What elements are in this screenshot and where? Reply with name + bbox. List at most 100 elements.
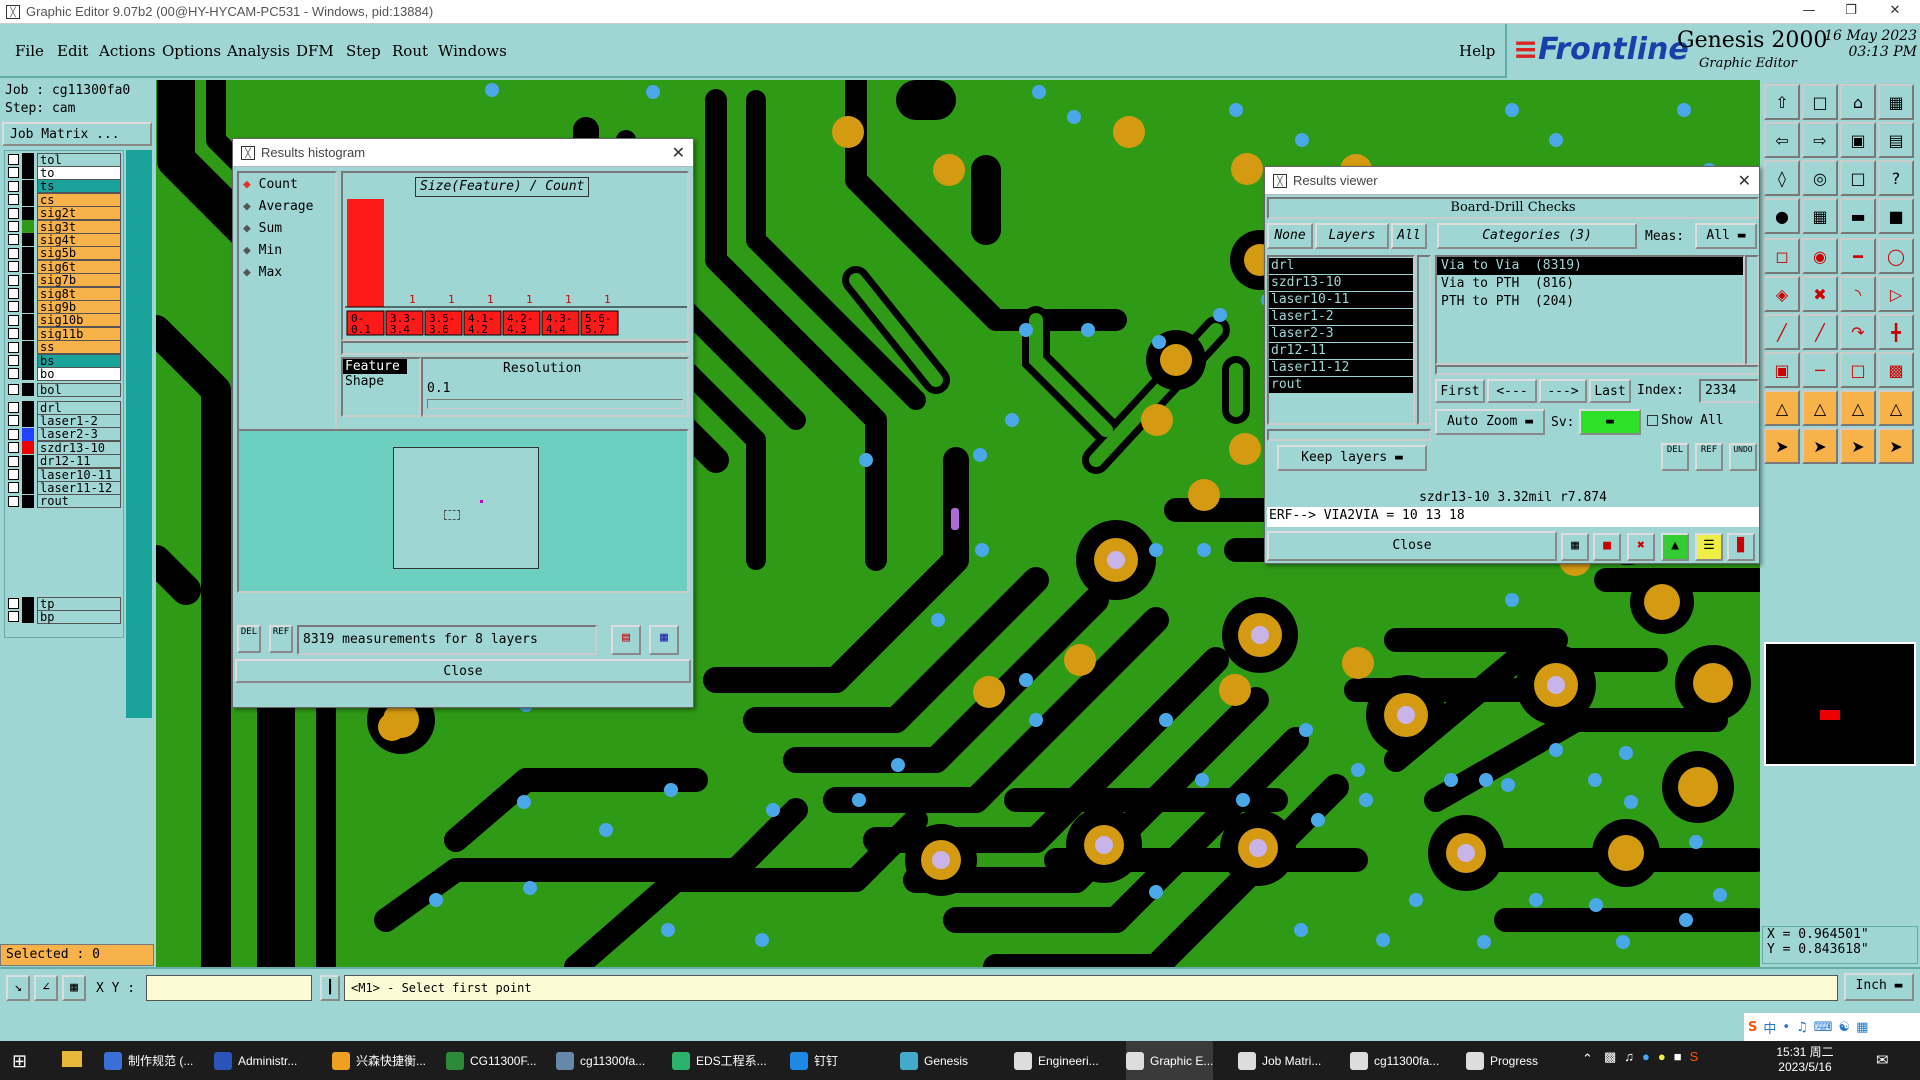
preview-del-button[interactable]: DEL bbox=[237, 625, 261, 653]
layer-checkbox[interactable] bbox=[8, 598, 19, 609]
layer-checkbox[interactable] bbox=[8, 221, 19, 232]
layer-checkbox[interactable] bbox=[8, 442, 19, 454]
ime-language[interactable]: 中 bbox=[1763, 1018, 1776, 1037]
sogou-tray-icon[interactable]: S bbox=[1690, 1049, 1699, 1065]
results-tool-3[interactable]: ✖ bbox=[1627, 533, 1655, 561]
tool-edit-button[interactable]: ● bbox=[1764, 198, 1800, 234]
results-histogram-tool[interactable]: ▉ bbox=[1727, 533, 1755, 561]
taskbar-item[interactable]: Engineeri... bbox=[1014, 1041, 1099, 1080]
layer-checkbox[interactable] bbox=[8, 428, 19, 440]
layer-checkbox[interactable] bbox=[8, 274, 19, 286]
layer-name[interactable]: bp bbox=[37, 609, 121, 624]
layer-checkbox[interactable] bbox=[8, 482, 19, 494]
layer-checkbox[interactable] bbox=[8, 384, 19, 395]
tool-scale-button[interactable]: □ bbox=[1840, 160, 1876, 196]
layer-row-bo[interactable]: bo bbox=[8, 366, 121, 381]
taskbar-item[interactable]: 钉钉 bbox=[790, 1041, 838, 1080]
tool-window-button[interactable]: □ bbox=[1802, 84, 1838, 120]
tool-triangle-c-button[interactable]: △ bbox=[1840, 390, 1876, 426]
layer-checkbox[interactable] bbox=[8, 469, 19, 480]
tool-net-button[interactable]: ◈ bbox=[1764, 276, 1800, 312]
histogram-hscroll[interactable] bbox=[341, 341, 689, 355]
layer-name[interactable]: sig6t bbox=[37, 259, 121, 274]
results-tool-1[interactable]: ▦ bbox=[1561, 533, 1589, 561]
results-layer-item[interactable]: laser10-11 bbox=[1269, 292, 1413, 308]
histogram-close-x[interactable]: ✕ bbox=[672, 143, 685, 163]
results-ref-button[interactable]: REF bbox=[1695, 443, 1723, 471]
tool-draw-line-button[interactable]: ╱ bbox=[1764, 314, 1800, 350]
layer-checkbox[interactable] bbox=[8, 180, 19, 192]
histogram-export-button[interactable]: ▤ bbox=[611, 625, 641, 655]
taskbar-item[interactable]: CG11300F... bbox=[446, 1041, 536, 1080]
results-layer-item[interactable]: rout bbox=[1269, 377, 1413, 393]
layer-name[interactable]: laser2-3 bbox=[37, 427, 121, 442]
results-layer-item[interactable]: laser11-12 bbox=[1269, 360, 1413, 376]
tool-split-button[interactable]: ▤ bbox=[1878, 122, 1914, 158]
mode-radio-min[interactable]: ◆ Min bbox=[243, 243, 282, 258]
layer-name[interactable]: ss bbox=[37, 340, 121, 355]
results-close-button[interactable]: Close bbox=[1267, 531, 1557, 561]
tool-clip-button[interactable]: ▣ bbox=[1840, 122, 1876, 158]
tool-layout-button[interactable]: ▦ bbox=[1878, 84, 1914, 120]
menu-file[interactable]: File bbox=[15, 42, 44, 60]
tool-grid-button[interactable]: ▦ bbox=[1802, 198, 1838, 234]
tool-dash-button[interactable]: ─ bbox=[1802, 352, 1838, 388]
tool-circle-button[interactable]: ◯ bbox=[1878, 238, 1914, 274]
sv-color-select[interactable]: ▬ bbox=[1579, 409, 1641, 435]
category-hscroll[interactable] bbox=[1435, 365, 1759, 375]
tool-help-button[interactable]: ? bbox=[1878, 160, 1914, 196]
resolution-value[interactable]: 0.1 bbox=[427, 381, 450, 396]
tool-pad-button[interactable]: ◉ bbox=[1802, 238, 1838, 274]
results-close-x[interactable]: ✕ bbox=[1738, 171, 1751, 191]
layer-name[interactable]: cs bbox=[37, 192, 121, 207]
layer-name[interactable]: ts bbox=[37, 179, 121, 194]
taskbar-item[interactable]: cg11300fa... bbox=[556, 1041, 645, 1080]
menu-actions[interactable]: Actions bbox=[99, 42, 155, 60]
layer-checkbox[interactable] bbox=[8, 341, 19, 353]
layer-checkbox[interactable] bbox=[8, 611, 19, 623]
layer-name[interactable]: sig8t bbox=[37, 286, 121, 301]
menu-rout[interactable]: Rout bbox=[392, 42, 428, 60]
tool-cursor-c-button[interactable]: ➤ bbox=[1840, 428, 1876, 464]
tool-move-left-button[interactable]: ⇦ bbox=[1764, 122, 1800, 158]
tool-house-button[interactable]: ⌂ bbox=[1840, 84, 1876, 120]
resolution-slider[interactable] bbox=[427, 399, 683, 409]
layer-name[interactable]: rout bbox=[37, 494, 121, 509]
category-item[interactable]: Via to PTH (816) bbox=[1437, 275, 1743, 293]
taskbar-item[interactable]: Graphic E... bbox=[1126, 1041, 1214, 1080]
results-tool-2[interactable]: ■ bbox=[1593, 533, 1621, 561]
layer-name[interactable]: bo bbox=[37, 366, 121, 381]
tool-align-button[interactable]: ■ bbox=[1878, 198, 1914, 234]
taskbar-item[interactable]: Genesis bbox=[900, 1041, 968, 1080]
restore-button[interactable]: ❐ bbox=[1828, 0, 1874, 24]
layer-checkbox[interactable] bbox=[8, 207, 19, 219]
layers-all-button[interactable]: All bbox=[1391, 223, 1427, 249]
layer-checkbox[interactable] bbox=[8, 328, 19, 340]
minimize-button[interactable]: — bbox=[1786, 0, 1832, 24]
tool-dot-button[interactable]: ▣ bbox=[1764, 352, 1800, 388]
sogou-icon[interactable]: S bbox=[1748, 1020, 1757, 1035]
preview-ref-button[interactable]: REF bbox=[269, 625, 293, 653]
layer-name[interactable]: sig3t bbox=[37, 219, 121, 234]
menu-help[interactable]: Help bbox=[1459, 42, 1495, 60]
tool-measure-button[interactable]: ▬ bbox=[1840, 198, 1876, 234]
layer-checkbox[interactable] bbox=[8, 402, 19, 413]
histogram-close-button[interactable]: Close bbox=[235, 659, 691, 683]
layer-list-hscroll[interactable] bbox=[1267, 429, 1431, 441]
mode-radio-sum[interactable]: ◆ Sum bbox=[243, 221, 282, 236]
menu-grid-icon[interactable]: ▦ bbox=[1856, 1020, 1868, 1035]
meas-select[interactable]: All ▬ bbox=[1695, 223, 1757, 249]
layer-row-bp[interactable]: bp bbox=[8, 609, 121, 624]
skin-icon[interactable]: ☯ bbox=[1838, 1020, 1850, 1035]
results-layer-item[interactable]: laser2-3 bbox=[1269, 326, 1413, 342]
layer-name[interactable]: sig10b bbox=[37, 313, 121, 328]
results-del-button[interactable]: DEL bbox=[1661, 443, 1689, 471]
cmd-tool-2[interactable]: ∠ bbox=[34, 975, 58, 1001]
layer-name[interactable]: tol bbox=[37, 152, 121, 167]
menu-windows[interactable]: Windows bbox=[438, 42, 507, 60]
histogram-bar[interactable] bbox=[347, 199, 384, 307]
punct-icon[interactable]: • bbox=[1782, 1020, 1790, 1035]
tool-triangle-d-button[interactable]: △ bbox=[1878, 390, 1914, 426]
category-item[interactable]: Via to Via (8319) bbox=[1437, 257, 1743, 275]
keep-layers-select[interactable]: Keep layers ▬ bbox=[1277, 445, 1427, 471]
